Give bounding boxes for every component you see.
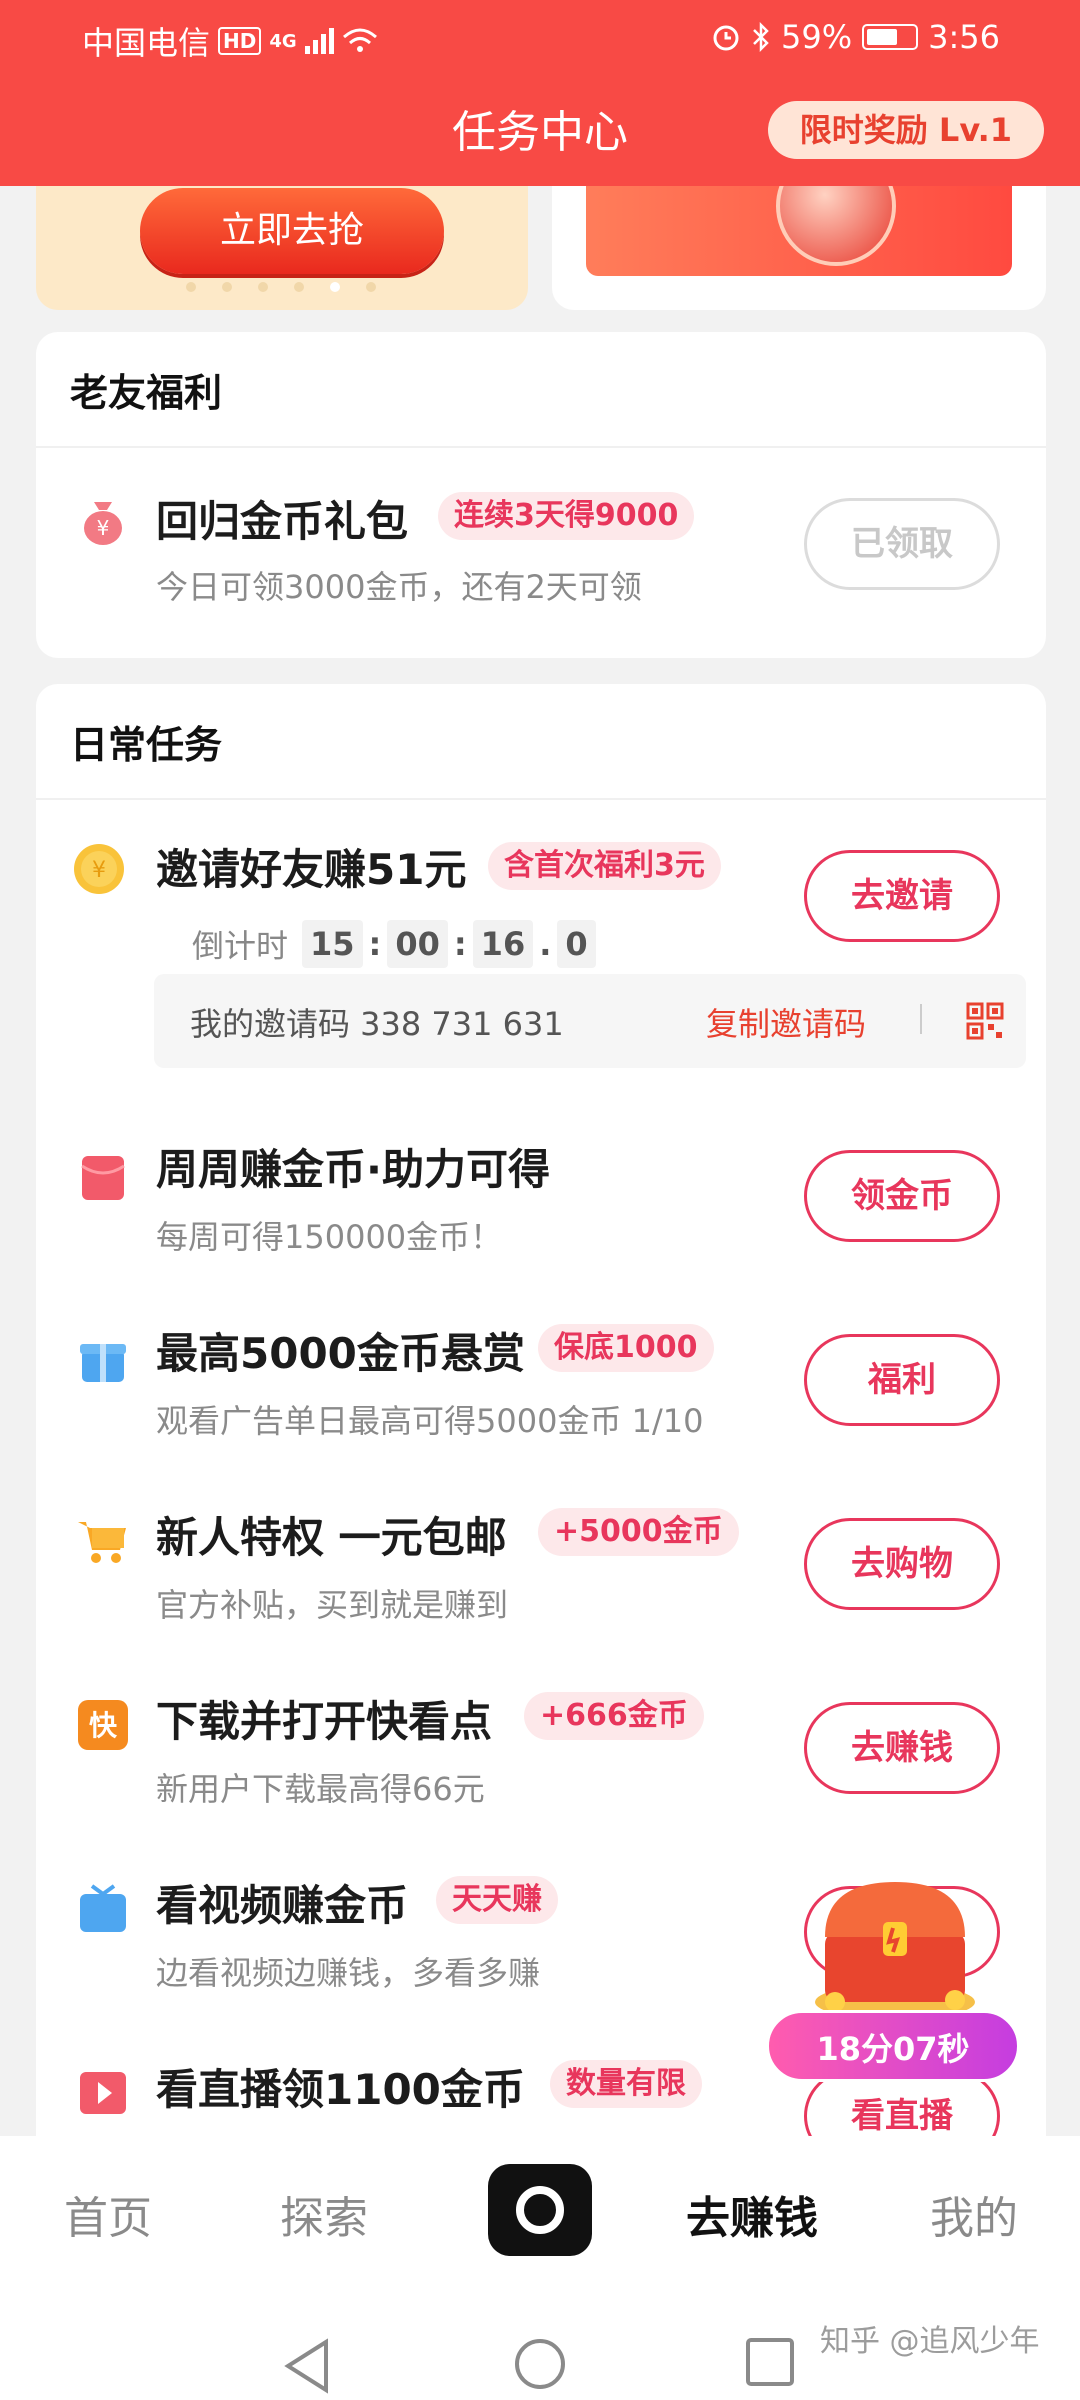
- network-label: 4G: [269, 30, 297, 52]
- back-icon[interactable]: [282, 2336, 332, 2396]
- invite-code-box: 我的邀请码 338 731 631 复制邀请码: [154, 974, 1026, 1068]
- task-tag: +5000金币: [538, 1508, 739, 1556]
- shopping-cart-icon: [78, 1522, 126, 1563]
- countdown-minutes: 00: [387, 920, 448, 968]
- chest-timer[interactable]: 18分07秒: [766, 2010, 1020, 2082]
- invite-code: 我的邀请码 338 731 631: [190, 1005, 564, 1043]
- home-icon[interactable]: [512, 2336, 568, 2392]
- bottom-nav: 首页 探索 去赚钱 我的: [0, 2136, 1080, 2400]
- carousel-dots: [186, 282, 376, 292]
- gift-box-icon: [80, 1344, 126, 1382]
- header: 中国电信 HD 4G 59% 3:56 任务中心 限时奖励 Lv.1: [0, 0, 1080, 186]
- alarm-icon: [713, 25, 739, 51]
- card-title: 日常任务: [70, 723, 223, 767]
- red-envelope-icon: [81, 1156, 125, 1200]
- copy-invite-code-button[interactable]: 复制邀请码: [706, 999, 866, 1045]
- card-title: 老友福利: [70, 371, 223, 415]
- svg-text:快: 快: [89, 1709, 118, 1742]
- task-desc: 边看视频边赚钱，多看多赚: [156, 1954, 541, 1992]
- carrier-label: 中国电信: [82, 24, 211, 62]
- task-title: 最高5000金币悬赏: [156, 1329, 525, 1378]
- camera-icon[interactable]: [488, 2164, 592, 2256]
- reward-badge[interactable]: 限时奖励 Lv.1: [767, 101, 1044, 159]
- task-tag: +666金币: [524, 1692, 704, 1740]
- task-title: 邀请好友赚51元: [156, 845, 467, 894]
- svg-text:¥: ¥: [97, 516, 110, 540]
- task-tag: 含首次福利3元: [488, 842, 721, 890]
- svg-text:¥: ¥: [92, 858, 106, 883]
- treasure-chest-icon[interactable]: [795, 1862, 995, 2022]
- watermark: 知乎 @追风少年: [820, 2324, 1040, 2359]
- task-title: 回归金币礼包: [156, 497, 409, 546]
- task-tag: 天天赚: [436, 1876, 558, 1924]
- task-title: 看直播领1100金币: [156, 2065, 525, 2114]
- countdown-hours: 15: [302, 920, 363, 968]
- task-tag: 保底1000: [538, 1324, 714, 1372]
- kuaikandian-app-icon: 快: [78, 1700, 128, 1750]
- nav-profile[interactable]: 我的: [930, 2182, 1018, 2246]
- go-shopping-button[interactable]: 去购物: [804, 1518, 1000, 1610]
- task-title: 看视频赚金币: [156, 1881, 409, 1930]
- task-desc: 观看广告单日最高可得5000金币 1/10: [156, 1402, 704, 1440]
- battery-percent: 59%: [781, 18, 853, 56]
- task-title: 新人特权 一元包邮: [156, 1513, 507, 1562]
- task-desc: 新用户下载最高得66元: [156, 1770, 485, 1808]
- task-title: 周周赚金币·助力可得: [156, 1145, 550, 1194]
- nav-earn[interactable]: 去赚钱: [686, 2182, 818, 2246]
- lucky-jar-icon: [776, 186, 896, 266]
- status-bar: 中国电信 HD 4G 59% 3:56: [0, 0, 1080, 72]
- old-friends-card: 老友福利 ¥ 回归金币礼包 连续3天得9000 今日可领3000金币，还有2天可…: [36, 332, 1046, 658]
- grab-now-button[interactable]: 立即去抢: [140, 188, 444, 274]
- live-stream-icon: [80, 2072, 126, 2114]
- bluetooth-icon: [753, 22, 769, 52]
- wifi-icon: [342, 28, 377, 52]
- clock: 3:56: [928, 18, 1000, 56]
- task-title: 下载并打开快看点: [156, 1697, 493, 1746]
- countdown-label: 倒计时: [192, 927, 289, 965]
- recents-icon[interactable]: [744, 2336, 796, 2388]
- nav-home[interactable]: 首页: [64, 2182, 152, 2246]
- invite-button[interactable]: 去邀请: [804, 850, 1000, 942]
- earn-money-button[interactable]: 去赚钱: [804, 1702, 1000, 1794]
- promo-image[interactable]: [586, 186, 1012, 276]
- qr-code-icon[interactable]: [966, 1002, 1004, 1040]
- task-desc: 今日可领3000金币，还有2天可领: [156, 568, 642, 606]
- claimed-button[interactable]: 已领取: [804, 498, 1000, 590]
- countdown: 倒计时 15 : 00 : 16 . 0: [192, 920, 596, 968]
- bonus-button[interactable]: 福利: [804, 1334, 1000, 1426]
- hd-badge: HD: [218, 27, 262, 55]
- task-desc: 每周可得150000金币！: [156, 1218, 503, 1256]
- countdown-tenths: 0: [557, 920, 596, 968]
- money-bag-icon: ¥: [84, 502, 122, 545]
- task-tag: 数量有限: [550, 2060, 702, 2108]
- battery-icon: [862, 24, 919, 50]
- task-desc: 官方补贴，买到就是赚到: [156, 1586, 509, 1624]
- claim-coins-button[interactable]: 领金币: [804, 1150, 1000, 1242]
- coin-icon: ¥: [74, 844, 124, 894]
- signal-icon: [304, 28, 334, 54]
- divider: [920, 1004, 922, 1034]
- task-tag: 连续3天得9000: [438, 492, 695, 540]
- tv-icon: [80, 1884, 126, 1932]
- nav-explore[interactable]: 探索: [280, 2182, 368, 2246]
- countdown-seconds: 16: [472, 920, 534, 968]
